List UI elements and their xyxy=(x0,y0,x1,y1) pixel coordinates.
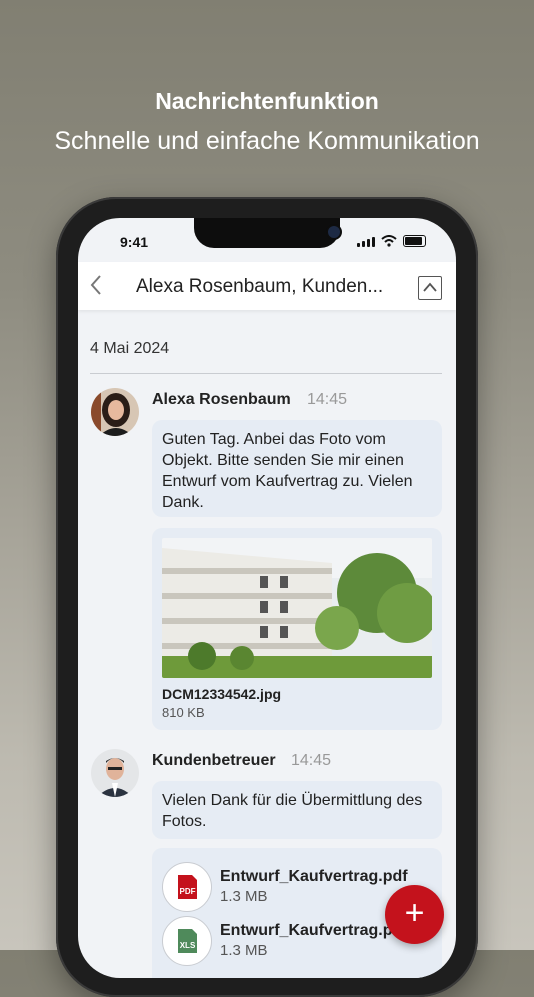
file-size: 1.3 MB xyxy=(220,888,268,905)
hero-subtitle: Schnelle und einfache Kommunikation xyxy=(54,127,480,155)
message-text: Guten Tag. Anbei das Foto vom Objekt. Bi… xyxy=(162,431,413,511)
chevron-left-icon xyxy=(90,275,101,295)
avatar[interactable] xyxy=(91,749,139,797)
camera-icon xyxy=(326,224,342,240)
date-separator: 4 Mai 2024 xyxy=(90,340,170,357)
attachment-filename: DCM12334542.jpg xyxy=(162,686,282,702)
chat-header: Alexa Rosenbaum, Kunden... xyxy=(78,262,456,310)
message-text: Vielen Dank für die Übermittlung des Fot… xyxy=(162,792,423,830)
svg-text:PDF: PDF xyxy=(180,887,196,896)
chat-title: Alexa Rosenbaum, Kunden... xyxy=(136,276,384,297)
message-time: 14:45 xyxy=(291,752,332,769)
collapse-button[interactable] xyxy=(418,276,442,300)
message-bubble: Guten Tag. Anbei das Foto vom Objekt. Bi… xyxy=(152,420,442,517)
attachment-filesize: 810 KB xyxy=(162,705,205,720)
wifi-icon xyxy=(381,235,397,247)
notch xyxy=(194,218,342,248)
message-time: 14:45 xyxy=(307,391,348,408)
xls-file-icon: XLS xyxy=(162,916,212,966)
avatar[interactable] xyxy=(91,388,139,436)
divider xyxy=(90,373,442,374)
image-attachment[interactable]: DCM12334542.jpg 810 KB xyxy=(152,528,442,730)
attachment-photo[interactable] xyxy=(162,538,432,678)
pdf-file-icon: PDF xyxy=(162,862,212,912)
file-name: Entwurf_Kaufvertrag.pdf xyxy=(220,868,408,885)
new-message-button[interactable]: + xyxy=(385,885,444,944)
app-screen: 9:41 Alexa Rosenbaum, Kunden... 4 Mai 20… xyxy=(78,218,456,978)
svg-text:XLS: XLS xyxy=(180,941,196,950)
hero-title: Nachrichtenfunktion xyxy=(155,88,379,114)
chevron-up-icon xyxy=(423,282,437,292)
battery-icon xyxy=(403,235,426,247)
signal-icon xyxy=(357,237,375,247)
status-icons xyxy=(357,235,426,247)
sender-name: Kundenbetreuer xyxy=(152,752,276,769)
message-bubble: Vielen Dank für die Übermittlung des Fot… xyxy=(152,781,442,839)
sender-name: Alexa Rosenbaum xyxy=(152,391,291,408)
status-time: 9:41 xyxy=(120,234,149,250)
file-name: Entwurf_Kaufvertrag.p xyxy=(220,922,393,939)
file-size: 1.3 MB xyxy=(220,942,268,959)
back-button[interactable] xyxy=(90,274,102,302)
